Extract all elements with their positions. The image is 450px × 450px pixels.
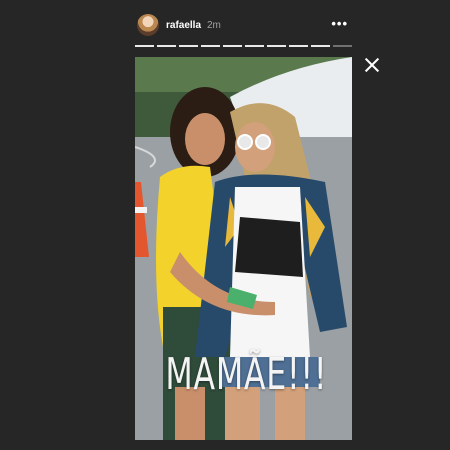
progress-segment: [201, 45, 220, 47]
story-caption: MAMÃE!!!: [165, 349, 328, 400]
progress-segment: [179, 45, 198, 47]
progress-segment: [245, 45, 264, 47]
story-header: rafaella 2m •••: [135, 12, 352, 52]
progress-segment: [157, 45, 176, 47]
progress-segment: [311, 45, 330, 47]
progress-segment: [333, 45, 352, 47]
progress-segment: [289, 45, 308, 47]
progress-segment: [267, 45, 286, 47]
more-options-icon[interactable]: •••: [331, 16, 348, 31]
progress-segment: [135, 45, 154, 47]
story-progress-bar: [135, 45, 352, 47]
avatar[interactable]: [137, 14, 159, 36]
story-media[interactable]: MAMÃE!!!: [135, 57, 352, 440]
progress-segment: [223, 45, 242, 47]
timestamp: 2m: [207, 20, 221, 31]
close-icon[interactable]: [363, 56, 381, 74]
username[interactable]: rafaella: [166, 20, 201, 31]
